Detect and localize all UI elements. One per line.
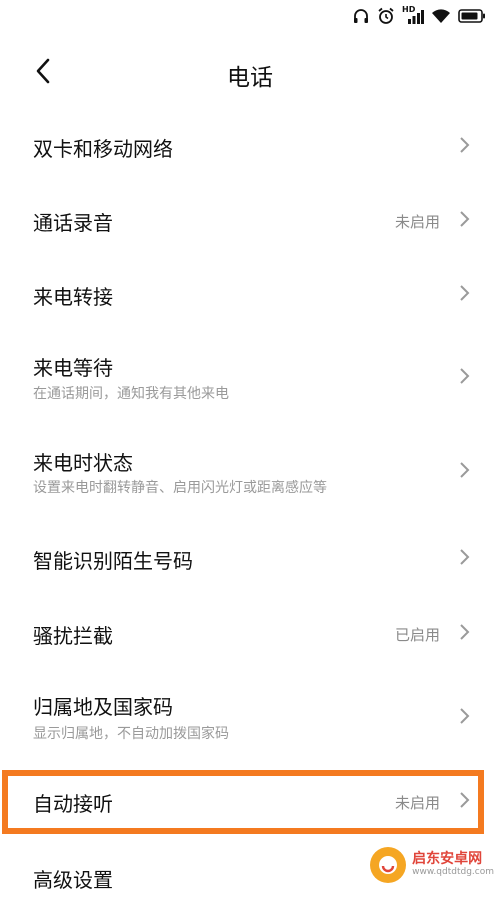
setting-description: 在通话期间，通知我有其他来电 [33,386,229,402]
setting-value: 未启用 [394,213,440,231]
battery-icon [458,9,486,23]
setting-call-forwarding[interactable]: 来电转接 [0,256,500,330]
setting-call-waiting[interactable]: 来电等待 在通话期间，通知我有其他来电 [0,330,500,424]
chevron-right-icon [460,462,470,478]
chevron-right-icon [460,285,470,301]
setting-harassment-blocking[interactable]: 骚扰拦截 已启用 [0,594,500,670]
setting-smart-unknown-number-id[interactable]: 智能识别陌生号码 [0,518,500,594]
wifi-icon [431,8,451,24]
status-bar: HD [0,0,500,36]
hd-signal-icon: HD [402,5,424,25]
chevron-right-icon [460,708,470,724]
setting-label: 来电等待 [33,356,113,380]
setting-label: 通话录音 [33,211,113,235]
chevron-right-icon [460,792,470,808]
setting-label: 双卡和移动网络 [33,137,173,161]
setting-label: 来电时状态 [33,451,133,475]
chevron-right-icon [460,137,470,153]
watermark-name: 启东安卓网 [412,851,483,868]
setting-label: 自动接听 [33,792,113,816]
setting-call-recording[interactable]: 通话录音 未启用 [0,182,500,256]
setting-label: 归属地及国家码 [33,695,173,719]
headphones-icon [352,7,370,25]
page-title: 电话 [227,65,273,91]
setting-description: 设置来电时翻转静音、启用闪光灯或距离感应等 [33,480,327,496]
setting-auto-answer[interactable]: 自动接听 未启用 [0,764,500,838]
watermark-url: www.qdtdtdg.com [412,866,494,877]
setting-incoming-call-status[interactable]: 来电时状态 设置来电时翻转静音、启用闪光灯或距离感应等 [0,424,500,518]
setting-label: 来电转接 [33,285,113,309]
setting-description: 显示归属地，不自动加拨国家码 [33,726,229,742]
setting-caller-location-country-code[interactable]: 归属地及国家码 显示归属地，不自动加拨国家码 [0,670,500,764]
chevron-right-icon [460,211,470,227]
setting-label: 骚扰拦截 [33,624,113,648]
chevron-right-icon [460,368,470,384]
chevron-right-icon [460,624,470,640]
watermark-logo-icon [370,847,407,883]
setting-dual-sim-mobile-network[interactable]: 双卡和移动网络 [0,108,500,182]
setting-value: 已启用 [394,626,440,644]
alarm-icon [377,7,395,25]
header: 电话 [0,46,500,102]
setting-label: 智能识别陌生号码 [33,549,193,573]
settings-list: 双卡和移动网络 通话录音 未启用 来电转接 来电等待 在通话期间，通知我有其他来… [0,108,500,898]
setting-value: 未启用 [394,794,440,812]
chevron-right-icon [460,549,470,565]
watermark: 启东安卓网 www.qdtdtdg.com [370,847,494,883]
